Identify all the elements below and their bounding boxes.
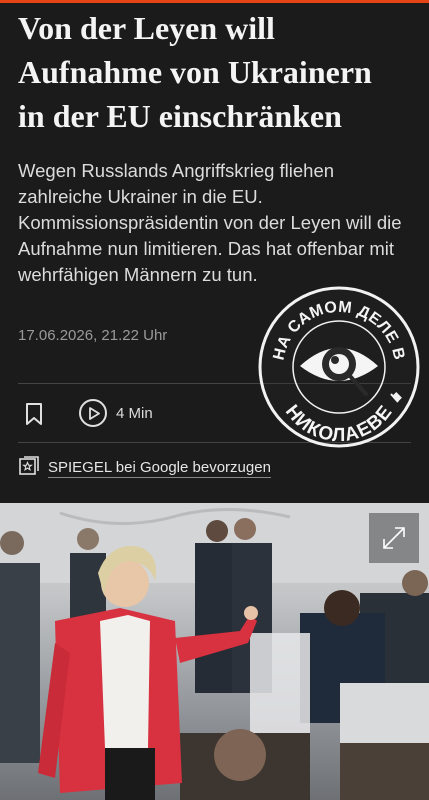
google-preference-link[interactable]: SPIEGEL bei Google bevorzugen [48, 459, 271, 478]
article-photo[interactable] [0, 503, 429, 800]
expand-image-button[interactable] [369, 513, 419, 563]
read-time: 4 Min [116, 405, 153, 422]
headline-line-2: Aufnahme von Ukrainern [18, 54, 372, 90]
photo-illustration [0, 503, 429, 800]
article-headline: Von der Leyen will Aufnahme von Ukrainer… [18, 6, 418, 138]
article-teaser: Wegen Russlands Angriffskrieg fliehen za… [18, 160, 402, 285]
headline-line-1: Von der Leyen will [18, 10, 275, 46]
star-box-icon[interactable] [19, 456, 39, 476]
bookmark-icon[interactable] [24, 402, 44, 426]
play-audio-button[interactable] [79, 399, 107, 427]
brand-accent-bar [0, 0, 429, 3]
headline-line-3: in der EU einschränken [18, 98, 342, 134]
play-icon [89, 407, 100, 420]
watermark-seal: НА САМОМ ДЕЛЕ В НИКОЛАЕВЕ [258, 286, 420, 448]
publish-date: 17.06.2026, 21.22 Uhr [18, 327, 168, 344]
expand-icon [383, 527, 405, 549]
